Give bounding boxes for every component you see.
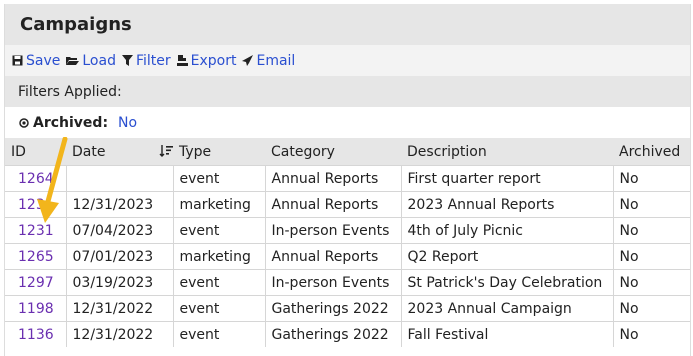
cell-archived: No bbox=[613, 269, 690, 296]
cell-description: Q2 Report bbox=[401, 243, 614, 270]
cell-date bbox=[66, 165, 174, 192]
page-title: Campaigns bbox=[5, 4, 690, 45]
save-button[interactable]: Save bbox=[12, 53, 60, 69]
cell-category: Annual Reports bbox=[265, 243, 402, 270]
table-header-row: ID Date Type Category Description Archiv… bbox=[5, 138, 690, 166]
cell-id[interactable]: 1231 bbox=[5, 217, 67, 244]
filter-button[interactable]: Filter bbox=[121, 52, 171, 69]
cell-id[interactable]: 1265 bbox=[5, 243, 67, 270]
cell-id[interactable]: 1136 bbox=[5, 321, 67, 347]
cell-id[interactable]: 1264 bbox=[5, 165, 67, 192]
column-header-archived[interactable]: Archived bbox=[613, 138, 690, 166]
archived-filter: Archived: No bbox=[5, 107, 690, 138]
cell-date: 12/31/2022 bbox=[66, 295, 174, 322]
archived-filter-value[interactable]: No bbox=[118, 115, 137, 131]
cell-date: 07/04/2023 bbox=[66, 217, 174, 244]
cell-archived: No bbox=[613, 191, 690, 218]
table-row[interactable]: 1231 07/04/2023 event In-person Events 4th o… bbox=[5, 217, 690, 244]
table-row[interactable]: 123 12/31/2023 marketing Annual Reports 2023… bbox=[5, 191, 690, 218]
archived-filter-label: Archived: bbox=[33, 114, 109, 131]
cell-category: In-person Events bbox=[265, 269, 402, 296]
column-header-type[interactable]: Type bbox=[173, 138, 265, 166]
cell-date: 12/31/2022 bbox=[66, 321, 174, 347]
column-header-date[interactable]: Date bbox=[66, 138, 173, 166]
cell-description: First quarter report bbox=[401, 165, 614, 192]
cell-archived: No bbox=[613, 295, 690, 322]
cell-date: 03/19/2023 bbox=[66, 269, 174, 296]
cell-description: 2023 Annual Campaign bbox=[401, 295, 614, 322]
cell-category: Annual Reports bbox=[265, 191, 402, 218]
cell-archived: No bbox=[613, 321, 690, 347]
table-row[interactable]: 1264 event Annual Reports First quarter rep… bbox=[5, 165, 690, 192]
cell-type: event bbox=[173, 295, 266, 322]
cell-description: St Patrick's Day Celebration bbox=[401, 269, 614, 296]
email-button[interactable]: Email bbox=[242, 53, 295, 69]
campaigns-panel: Campaigns Save Load Filter Export Email … bbox=[4, 4, 691, 356]
cell-description: 4th of July Picnic bbox=[401, 217, 614, 244]
load-button[interactable]: Load bbox=[66, 53, 116, 69]
table-row[interactable]: 1265 07/01/2023 marketing Annual Reports Q2 … bbox=[5, 243, 690, 270]
column-header-category[interactable]: Category bbox=[265, 138, 401, 166]
remove-filter-icon[interactable] bbox=[19, 117, 29, 128]
cell-id[interactable]: 1198 bbox=[5, 295, 67, 322]
export-button[interactable]: Export bbox=[176, 52, 237, 69]
cell-category: Annual Reports bbox=[265, 165, 402, 192]
cell-archived: No bbox=[613, 217, 690, 244]
cell-archived: No bbox=[613, 243, 690, 270]
table-row[interactable]: 1198 12/31/2022 event Gatherings 2022 2023 A… bbox=[5, 295, 690, 322]
filter-label: Filter bbox=[135, 52, 171, 69]
cell-type: marketing bbox=[173, 191, 266, 218]
table-row[interactable]: 1297 03/19/2023 event In-person Events St Pa… bbox=[5, 269, 690, 296]
cell-description: 2023 Annual Reports bbox=[401, 191, 614, 218]
cell-category: Gatherings 2022 bbox=[265, 295, 402, 322]
cell-date: 07/01/2023 bbox=[66, 243, 174, 270]
cell-category: In-person Events bbox=[265, 217, 402, 244]
filter-icon bbox=[121, 55, 133, 66]
cell-type: event bbox=[173, 165, 266, 192]
export-label: Export bbox=[190, 52, 237, 69]
cell-id[interactable]: 1297 bbox=[5, 269, 67, 296]
sort-descending-icon[interactable] bbox=[159, 144, 173, 161]
load-label: Load bbox=[82, 52, 116, 69]
cell-date: 12/31/2023 bbox=[66, 191, 174, 218]
save-label: Save bbox=[26, 52, 61, 69]
cell-type: event bbox=[173, 217, 266, 244]
floppy-disk-icon bbox=[12, 55, 23, 66]
table-row[interactable]: 1136 12/31/2022 event Gatherings 2022 Fall F… bbox=[5, 321, 690, 347]
cell-archived: No bbox=[613, 165, 690, 192]
cell-type: marketing bbox=[173, 243, 266, 270]
paper-plane-icon bbox=[242, 55, 254, 66]
column-header-id[interactable]: ID bbox=[5, 138, 66, 166]
cell-id[interactable]: 123 bbox=[5, 191, 67, 218]
campaigns-table: ID Date Type Category Description Archiv… bbox=[5, 138, 690, 347]
email-label: Email bbox=[256, 52, 296, 69]
toolbar: Save Load Filter Export Email bbox=[5, 45, 690, 76]
folder-open-icon bbox=[66, 57, 80, 65]
cell-category: Gatherings 2022 bbox=[265, 321, 402, 347]
column-header-date-label: Date bbox=[72, 143, 106, 160]
cell-type: event bbox=[173, 321, 266, 347]
export-icon bbox=[176, 55, 188, 66]
cell-type: event bbox=[173, 269, 266, 296]
filters-applied-heading: Filters Applied: bbox=[5, 76, 690, 107]
cell-description: Fall Festival bbox=[401, 321, 614, 347]
column-header-description[interactable]: Description bbox=[401, 138, 613, 166]
